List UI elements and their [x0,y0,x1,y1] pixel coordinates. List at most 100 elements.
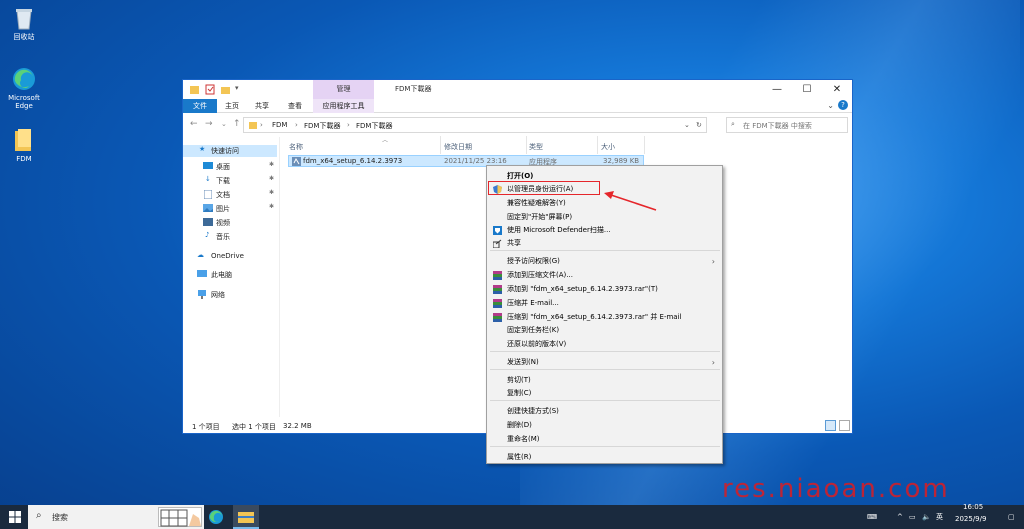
desktop-icon-fdm-folder[interactable]: FDM [0,127,48,163]
context-menu-item[interactable]: 剪切(T) [487,374,722,387]
context-menu-item[interactable]: 属性(R) [487,451,722,464]
search-input[interactable]: ⌕ 在 FDM下載器 中搜索 [726,117,848,133]
status-size: 32.2 MB [283,422,312,430]
new-folder-quick-access-icon[interactable] [220,84,231,95]
search-icon: ⌕ [731,120,735,128]
context-menu-item[interactable]: 创建快捷方式(S) [487,405,722,418]
nav-item-downloads[interactable]: ↓ 下载 ✱ [203,175,279,187]
refresh-icon[interactable]: ↻ [696,121,702,129]
submenu-chevron-icon: › [711,358,715,367]
taskbar-date[interactable]: 2025/9/9 [955,512,986,526]
nav-item-desktop[interactable]: 桌面 ✱ [203,161,279,173]
context-menu-item-label: 添加到压缩文件(A)... [507,271,573,279]
context-menu-item-label: 授予访问权限(G) [507,257,560,265]
context-menu-item-label: 发送到(N) [507,358,539,366]
maximize-button[interactable]: ☐ [792,80,822,99]
context-menu-item[interactable]: 还原以前的版本(V) [487,338,722,351]
column-header-type[interactable]: 类型 [529,142,543,152]
context-menu-item-label: 添加到 "fdm_x64_setup_6.14.2.3973.rar"(T) [507,285,658,293]
taskbar: ⌕ 搜索 ⌨ ^ ▭ 🔈 英 16:05 2025/9/9 ▢ [0,503,1024,529]
nav-quick-access[interactable]: ★ 快速访问 [183,145,277,157]
nav-divider [279,137,280,417]
folder-icon [11,127,37,153]
search-placeholder: 在 FDM下載器 中搜索 [743,122,812,130]
context-menu-item[interactable]: 添加到 "fdm_x64_setup_6.14.2.3973.rar"(T) [487,283,722,296]
column-header-name[interactable]: 名称 [289,142,303,152]
nav-this-pc[interactable]: 此电脑 [197,269,277,281]
address-box[interactable]: › FDM › FDM下載器 › FDM下載器 ⌄ ↻ [243,117,707,133]
edge-taskbar-icon[interactable] [208,509,224,527]
close-button[interactable]: ✕ [822,80,852,99]
chevron-down-icon[interactable]: ⌄ [827,101,834,110]
tab-view[interactable]: 查看 [280,99,310,113]
defender-icon [493,226,502,235]
breadcrumb-item[interactable]: FDM [272,121,287,129]
nav-label: 桌面 [216,163,230,171]
network-icon [197,290,207,301]
file-explorer-taskbar-button[interactable] [233,505,259,529]
nav-label: 视频 [216,219,230,227]
context-menu-item[interactable]: 使用 Microsoft Defender扫描... [487,224,722,237]
tab-application-tools[interactable]: 应用程序工具 [313,99,374,113]
volume-icon[interactable]: 🔈 [922,505,931,529]
large-icons-view-icon[interactable] [839,420,850,431]
back-arrow-icon[interactable]: ← [190,119,198,129]
column-header-size[interactable]: 大小 [601,142,615,152]
context-menu-item[interactable]: 发送到(N) › [487,356,722,369]
tab-share[interactable]: 共享 [247,99,277,113]
nav-item-pictures[interactable]: 图片 ✱ [203,203,279,215]
network-tray-icon[interactable]: ▭ [909,505,916,529]
properties-quick-access-icon[interactable] [205,84,216,95]
chevron-down-icon[interactable]: ▾ [235,84,246,95]
breadcrumb-item[interactable]: FDM下載器 [356,121,392,131]
breadcrumb-item[interactable]: FDM下載器 [304,121,340,131]
context-menu-item[interactable]: 固定到任务栏(K) [487,324,722,337]
nav-item-videos[interactable]: 视频 [203,217,279,229]
context-menu-item[interactable]: 授予访问权限(G) › [487,255,722,268]
desktop-icon-recycle-bin[interactable]: 回收站 [0,5,48,41]
details-view-icon[interactable] [825,420,836,431]
taskbar-keyboard-icon[interactable]: ⌨ [867,505,877,529]
minimize-button[interactable]: — [762,80,792,99]
notification-icon[interactable]: ▢ [1008,505,1015,529]
context-menu-item[interactable]: 压缩并 E-mail... [487,297,722,310]
column-separator [440,136,441,154]
pin-icon: ✱ [269,161,275,168]
chevron-right-icon: › [347,121,350,129]
ime-indicator[interactable]: 英 [936,505,943,529]
nav-item-documents[interactable]: 文档 ✱ [203,189,279,201]
column-header-date[interactable]: 修改日期 [444,142,472,152]
column-separator [526,136,527,154]
context-menu-item[interactable]: 压缩到 "fdm_x64_setup_6.14.2.3973.rar" 并 E-… [487,311,722,324]
windows-start-icon[interactable] [9,511,21,525]
context-menu-item[interactable]: 共享 [487,237,722,250]
search-icon: ⌕ [36,510,42,521]
tab-file[interactable]: 文件 [183,99,217,113]
context-menu-item[interactable]: 删除(D) [487,419,722,432]
music-note-icon: ♪ [205,231,210,239]
desktop-icon-edge[interactable]: Microsoft Edge [0,66,48,110]
chevron-up-icon[interactable]: ^ [897,505,903,529]
nav-item-music[interactable]: ♪ 音乐 [203,231,279,243]
cloud-icon: ☁ [197,251,204,259]
tab-home[interactable]: 主页 [217,99,247,113]
context-menu-item[interactable]: 复制(C) [487,387,722,400]
forward-arrow-icon[interactable]: → [205,119,213,129]
star-icon: ★ [199,145,206,153]
installer-file-icon [292,157,301,168]
help-icon[interactable]: ? [838,100,848,110]
recent-locations-chevron-icon[interactable]: ⌄ [221,120,227,128]
video-icon [203,218,213,229]
status-item-count: 1 个项目 [192,423,220,431]
address-bar-row: ← → ⌄ ↑ › FDM › FDM下載器 › FDM下載器 ⌄ ↻ ⌕ 在 … [183,113,852,137]
address-dropdown-chevron-icon[interactable]: ⌄ [684,121,690,129]
context-menu-item[interactable]: 重命名(M) [487,433,722,446]
taskbar-search-box[interactable]: ⌕ 搜索 [28,505,204,529]
context-menu-item[interactable]: 添加到压缩文件(A)... [487,269,722,282]
up-arrow-icon[interactable]: ↑ [233,119,241,129]
context-menu-item-label: 使用 Microsoft Defender扫描... [507,226,611,234]
nav-onedrive[interactable]: ☁ OneDrive [197,251,277,263]
nav-network[interactable]: 网络 [197,289,277,301]
menu-separator [490,250,720,251]
share-icon [492,239,502,249]
